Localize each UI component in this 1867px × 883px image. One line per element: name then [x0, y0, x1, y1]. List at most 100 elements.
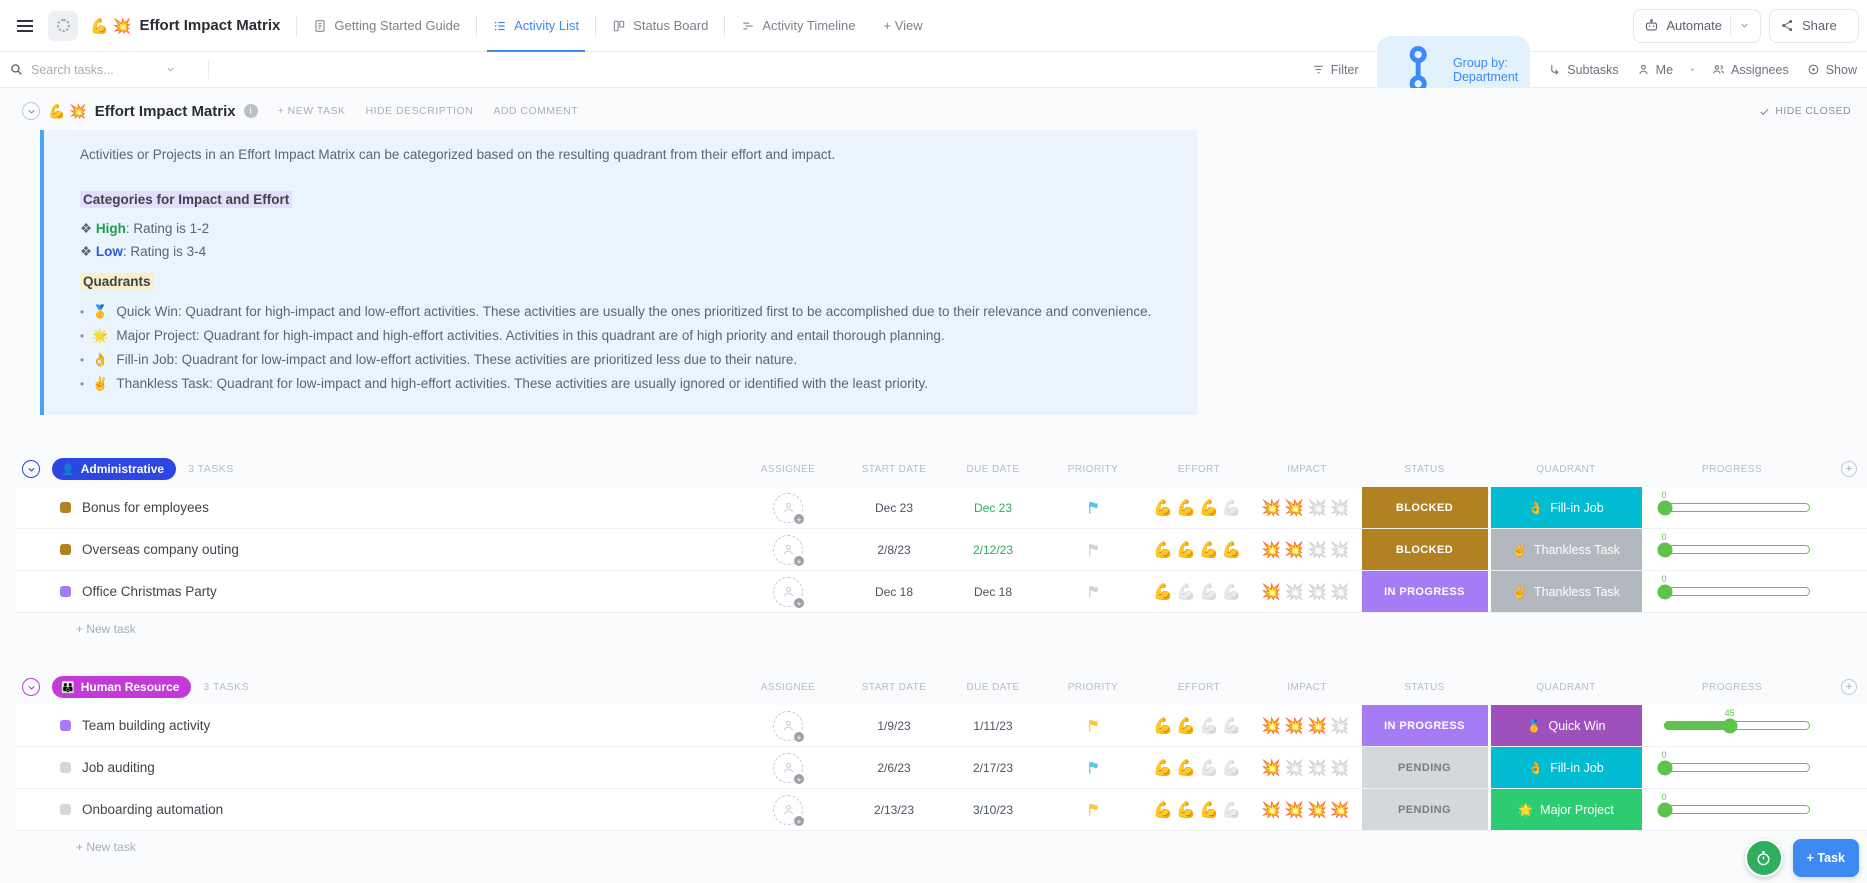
task-status-square[interactable] [60, 720, 71, 731]
assignee-avatar[interactable]: + [773, 577, 803, 607]
column-header-progress[interactable]: PROGRESS [1643, 682, 1821, 693]
due-date[interactable]: 2/12/23 [973, 543, 1013, 557]
add-column-icon[interactable]: + [1841, 461, 1857, 477]
due-date[interactable]: Dec 18 [974, 585, 1012, 599]
search-box[interactable] [10, 63, 200, 77]
status-badge[interactable]: IN PROGRESS [1362, 571, 1488, 612]
column-header-start-date[interactable]: START DATE [844, 464, 944, 475]
status-badge[interactable]: BLOCKED [1362, 529, 1488, 570]
task-name[interactable]: Team building activity [82, 718, 210, 733]
assignee-avatar[interactable]: + [773, 753, 803, 783]
task-name[interactable]: Job auditing [82, 760, 155, 775]
add-task-button[interactable]: + Task [1793, 839, 1859, 877]
start-date[interactable]: Dec 18 [875, 585, 913, 599]
progress-bar[interactable]: 0 [1664, 587, 1810, 596]
task-row[interactable]: Onboarding automation+2/13/233/10/23💪💪💪💪… [16, 789, 1867, 831]
collapse-list-chevron[interactable] [22, 102, 40, 120]
tab-activity-timeline[interactable]: Activity Timeline [727, 0, 869, 51]
quadrant-badge[interactable]: ✌Thankless Task [1491, 571, 1642, 612]
column-header-status[interactable]: STATUS [1360, 464, 1489, 475]
group-badge[interactable]: 👪Human Resource [52, 676, 191, 698]
task-name[interactable]: Overseas company outing [82, 542, 239, 557]
task-status-square[interactable] [60, 762, 71, 773]
status-badge[interactable]: BLOCKED [1362, 487, 1488, 528]
new-task-link[interactable]: + New task [16, 831, 1867, 863]
column-header-priority[interactable]: PRIORITY [1042, 682, 1144, 693]
group-collapse-chevron[interactable] [22, 678, 40, 696]
start-date[interactable]: 2/6/23 [877, 761, 910, 775]
assignee-avatar[interactable]: + [773, 493, 803, 523]
tab-activity-list[interactable]: Activity List [479, 0, 593, 51]
task-row[interactable]: Bonus for employees+Dec 23Dec 23💪💪💪💪💥💥💥💥… [16, 487, 1867, 529]
quadrant-badge[interactable]: ✌Thankless Task [1491, 529, 1642, 570]
task-status-square[interactable] [60, 544, 71, 555]
progress-knob[interactable] [1658, 584, 1673, 599]
quadrant-badge[interactable]: 👌Fill-in Job [1491, 747, 1642, 788]
task-status-square[interactable] [60, 502, 71, 513]
column-header-effort[interactable]: EFFORT [1144, 464, 1254, 475]
due-date[interactable]: Dec 23 [974, 501, 1012, 515]
progress-bar[interactable]: 0 [1664, 763, 1810, 772]
status-badge[interactable]: PENDING [1362, 747, 1488, 788]
column-header-status[interactable]: STATUS [1360, 682, 1489, 693]
tab-getting-started-guide[interactable]: Getting Started Guide [299, 0, 474, 51]
progress-knob[interactable] [1658, 542, 1673, 557]
impact-rating[interactable]: 💥💥💥💥 [1261, 582, 1353, 602]
priority-flag-icon[interactable] [1042, 789, 1144, 830]
progress-bar[interactable]: 0 [1664, 503, 1810, 512]
timer-button[interactable] [1745, 839, 1783, 877]
progress-knob[interactable] [1658, 500, 1673, 515]
chevron-down-icon[interactable] [165, 64, 176, 75]
priority-flag-icon[interactable] [1042, 529, 1144, 570]
group-badge[interactable]: 👤Administrative [52, 458, 176, 480]
task-row[interactable]: Overseas company outing +2/8/23 2/12/23 💪💪💪… [16, 529, 1867, 571]
effort-rating[interactable]: 💪💪💪💪 [1153, 498, 1245, 518]
add-column-icon[interactable]: + [1841, 679, 1857, 695]
due-date[interactable]: 3/10/23 [973, 803, 1013, 817]
column-header-quadrant[interactable]: QUADRANT [1489, 682, 1643, 693]
list-description[interactable]: Activities or Projects in an Effort Impa… [40, 130, 1198, 415]
search-input[interactable] [31, 63, 151, 77]
start-date[interactable]: 2/8/23 [877, 543, 910, 557]
column-header-effort[interactable]: EFFORT [1144, 682, 1254, 693]
task-name[interactable]: Bonus for employees [82, 500, 209, 515]
effort-rating[interactable]: 💪💪💪💪 [1153, 758, 1245, 778]
priority-flag-icon[interactable] [1042, 705, 1144, 746]
tab-status-board[interactable]: Status Board [598, 0, 722, 51]
status-badge[interactable]: IN PROGRESS [1362, 705, 1488, 746]
column-header-quadrant[interactable]: QUADRANT [1489, 464, 1643, 475]
subtasks-button[interactable]: Subtasks [1548, 63, 1618, 77]
status-badge[interactable]: PENDING [1362, 789, 1488, 830]
task-status-square[interactable] [60, 804, 71, 815]
column-header-due-date[interactable]: DUE DATE [944, 682, 1042, 693]
progress-bar[interactable]: 0 [1664, 805, 1810, 814]
task-row[interactable]: Office Christmas Party+Dec 18Dec 18💪💪💪💪💥… [16, 571, 1867, 613]
due-date[interactable]: 2/17/23 [973, 761, 1013, 775]
start-date[interactable]: 1/9/23 [877, 719, 910, 733]
add-comment-button[interactable]: ADD COMMENT [493, 105, 578, 117]
impact-rating[interactable]: 💥💥💥💥 [1261, 800, 1353, 820]
add-view-button[interactable]: + View [870, 18, 937, 33]
effort-rating[interactable]: 💪💪💪💪 [1153, 716, 1245, 736]
due-date[interactable]: 1/11/23 [973, 719, 1012, 733]
assignee-avatar[interactable]: + [773, 711, 803, 741]
quadrant-badge[interactable]: 👌Fill-in Job [1491, 487, 1642, 528]
effort-rating[interactable]: 💪💪💪💪 [1153, 800, 1245, 820]
quadrant-badge[interactable]: 🥇Quick Win [1491, 705, 1642, 746]
effort-rating[interactable]: 💪💪💪💪 [1153, 540, 1245, 560]
progress-knob[interactable] [1658, 802, 1673, 817]
task-name[interactable]: Onboarding automation [82, 802, 223, 817]
space-icon-button[interactable] [48, 11, 78, 41]
priority-flag-icon[interactable] [1042, 747, 1144, 788]
column-header-assignee[interactable]: ASSIGNEE [732, 682, 844, 693]
assignee-avatar[interactable]: + [773, 535, 803, 565]
priority-flag-icon[interactable] [1042, 487, 1144, 528]
effort-rating[interactable]: 💪💪💪💪 [1153, 582, 1245, 602]
task-row[interactable]: Team building activity +1/9/23 1/11/23 💪💪💪💪… [16, 705, 1867, 747]
start-date[interactable]: 2/13/23 [874, 803, 914, 817]
group-collapse-chevron[interactable] [22, 460, 40, 478]
progress-bar[interactable]: 45 [1664, 721, 1810, 730]
hide-description-button[interactable]: HIDE DESCRIPTION [366, 105, 474, 117]
progress-knob[interactable] [1658, 760, 1673, 775]
quadrant-badge[interactable]: 🌟Major Project [1491, 789, 1642, 830]
